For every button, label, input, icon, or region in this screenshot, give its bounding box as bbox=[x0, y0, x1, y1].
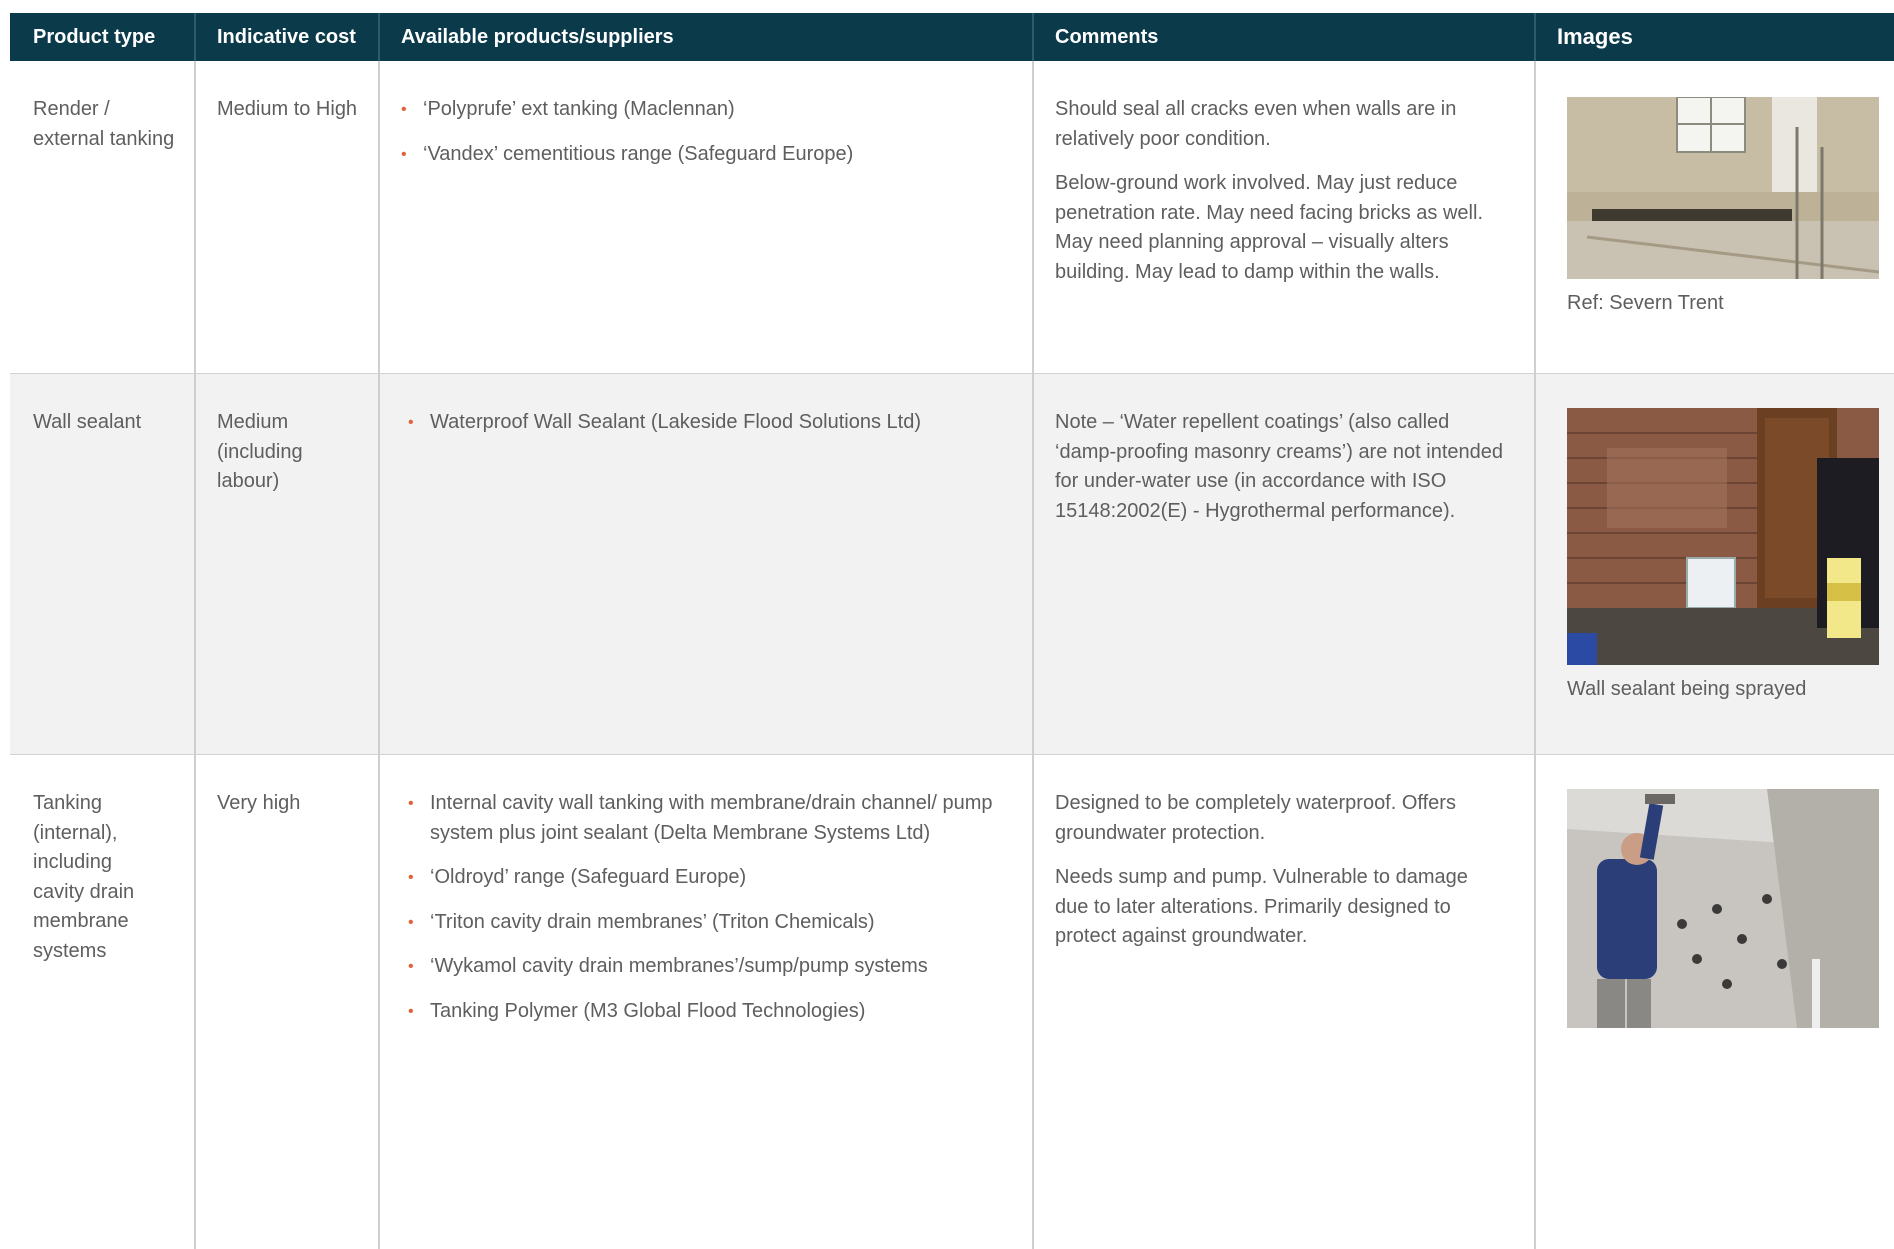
header-indicative-cost: Indicative cost bbox=[217, 26, 356, 48]
list-item: ‘Polyprufe’ ext tanking (Maclennan) bbox=[401, 95, 1011, 125]
table-header: Product type Indicative cost Available p… bbox=[10, 13, 1894, 61]
table-row: Render / external tanking Medium to High… bbox=[10, 61, 1894, 374]
list-item: Waterproof Wall Sealant (Lakeside Flood … bbox=[408, 408, 1018, 438]
comment-paragraph: Below-ground work involved. May just red… bbox=[1055, 172, 1483, 283]
cell-product-type: Wall sealant bbox=[33, 411, 142, 433]
cell-comments: Should seal all cracks even when walls a… bbox=[1055, 95, 1515, 302]
column-divider bbox=[194, 61, 196, 1249]
table-row: Wall sealant Medium (including labour) W… bbox=[10, 374, 1894, 755]
cell-product-type: Tanking (internal), including cavity dra… bbox=[33, 792, 135, 962]
internal-tanking-photo bbox=[1567, 789, 1879, 1028]
cell-comments: Note – ‘Water repellent coatings’ (also … bbox=[1055, 408, 1515, 541]
list-item: Internal cavity wall tanking with membra… bbox=[408, 789, 998, 848]
comment-paragraph: Needs sump and pump. Vulnerable to damag… bbox=[1055, 866, 1468, 947]
comment-paragraph: Should seal all cracks even when walls a… bbox=[1055, 98, 1457, 150]
render-wall-photo bbox=[1567, 97, 1879, 279]
header-product-type: Product type bbox=[33, 26, 156, 48]
header-divider bbox=[1534, 13, 1536, 61]
header-comments: Comments bbox=[1055, 26, 1159, 48]
header-images: Images bbox=[1557, 24, 1633, 49]
header-divider bbox=[378, 13, 380, 61]
header-available-products: Available products/suppliers bbox=[401, 26, 674, 48]
table-row: Tanking (internal), including cavity dra… bbox=[10, 755, 1894, 1249]
list-item: ‘Vandex’ cementitious range (Safeguard E… bbox=[401, 140, 1011, 170]
cell-comments: Designed to be completely waterproof. Of… bbox=[1055, 789, 1475, 967]
cell-indicative-cost: Medium (including labour) bbox=[217, 411, 303, 492]
cell-product-type: Render / external tanking bbox=[33, 98, 175, 150]
column-divider bbox=[378, 61, 380, 1249]
column-divider bbox=[1534, 61, 1536, 1249]
cell-indicative-cost: Very high bbox=[217, 792, 301, 814]
image-caption: Wall sealant being sprayed bbox=[1567, 678, 1807, 700]
image-caption: Ref: Severn Trent bbox=[1567, 292, 1724, 314]
list-item: Tanking Polymer (M3 Global Flood Technol… bbox=[408, 997, 998, 1027]
cell-indicative-cost: Medium to High bbox=[217, 98, 358, 120]
list-item: ‘Triton cavity drain membranes’ (Triton … bbox=[408, 908, 998, 938]
product-comparison-table: Product type Indicative cost Available p… bbox=[10, 13, 1894, 1249]
list-item: ‘Wykamol cavity drain membranes’/sump/pu… bbox=[408, 952, 998, 982]
comment-paragraph: Note – ‘Water repellent coatings’ (also … bbox=[1055, 411, 1503, 522]
list-item: ‘Oldroyd’ range (Safeguard Europe) bbox=[408, 863, 998, 893]
header-divider bbox=[1032, 13, 1034, 61]
cell-products: ‘Polyprufe’ ext tanking (Maclennan) ‘Van… bbox=[401, 95, 1011, 184]
cell-products: Internal cavity wall tanking with membra… bbox=[408, 789, 998, 1041]
wall-sealant-photo bbox=[1567, 408, 1879, 665]
comment-paragraph: Designed to be completely waterproof. Of… bbox=[1055, 792, 1456, 844]
column-divider bbox=[1032, 61, 1034, 1249]
header-divider bbox=[194, 13, 196, 61]
cell-products: Waterproof Wall Sealant (Lakeside Flood … bbox=[408, 408, 1018, 453]
